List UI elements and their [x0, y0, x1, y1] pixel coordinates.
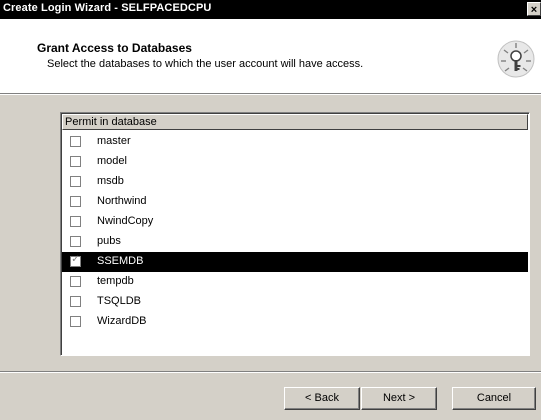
permit-checkbox[interactable]	[70, 136, 81, 147]
permit-checkbox[interactable]	[70, 296, 81, 307]
create-login-wizard-window: Create Login Wizard - SELFPACEDCPU × Gra…	[0, 0, 541, 420]
close-button[interactable]: ×	[527, 2, 541, 16]
list-item[interactable]: model	[62, 152, 528, 172]
permit-checkbox[interactable]	[70, 276, 81, 287]
permit-checkbox[interactable]	[70, 196, 81, 207]
list-item[interactable]: TSQLDB	[62, 292, 528, 312]
next-button[interactable]: Next >	[361, 387, 437, 410]
database-name: pubs	[97, 235, 121, 247]
list-item[interactable]: pubs	[62, 232, 528, 252]
list-item[interactable]: tempdb	[62, 272, 528, 292]
permit-checkbox[interactable]	[70, 176, 81, 187]
page-subtitle: Select the databases to which the user a…	[47, 58, 364, 70]
list-item[interactable]: ✓ SSEMDB	[62, 252, 528, 272]
wizard-header: Grant Access to Databases Select the dat…	[0, 19, 541, 94]
list-item[interactable]: msdb	[62, 172, 528, 192]
permit-checkbox[interactable]	[70, 216, 81, 227]
list-item[interactable]: Northwind	[62, 192, 528, 212]
header-divider	[0, 94, 541, 95]
checkmark-icon: ✓	[71, 254, 80, 265]
database-rows: master model msdb Northwind NwindCopy pubs ✓ SS…	[62, 132, 528, 332]
permit-checkbox[interactable]	[70, 156, 81, 167]
list-item[interactable]: NwindCopy	[62, 212, 528, 232]
database-name: SSEMDB	[97, 255, 144, 267]
database-list[interactable]: Permit in database master model msdb Northw…	[60, 112, 530, 356]
database-name: master	[97, 135, 131, 147]
database-name: TSQLDB	[97, 295, 142, 307]
back-button[interactable]: < Back	[284, 387, 360, 410]
permit-checkbox[interactable]	[70, 316, 81, 327]
list-item[interactable]: master	[62, 132, 528, 152]
column-header-permit[interactable]: Permit in database	[62, 114, 528, 130]
window-title: Create Login Wizard - SELFPACEDCPU	[3, 2, 212, 14]
footer-divider-highlight	[0, 372, 541, 373]
page-title: Grant Access to Databases	[37, 41, 192, 55]
key-wizard-icon	[497, 40, 535, 78]
list-item[interactable]: WizardDB	[62, 312, 528, 332]
database-name: msdb	[97, 175, 124, 187]
database-name: WizardDB	[97, 315, 147, 327]
permit-checkbox[interactable]: ✓	[70, 254, 81, 267]
database-name: NwindCopy	[97, 215, 154, 227]
permit-checkbox[interactable]	[70, 236, 81, 247]
database-name: Northwind	[97, 195, 147, 207]
title-bar: Create Login Wizard - SELFPACEDCPU ×	[0, 0, 541, 19]
database-name: model	[97, 155, 127, 167]
database-name: tempdb	[97, 275, 134, 287]
cancel-button[interactable]: Cancel	[452, 387, 536, 410]
